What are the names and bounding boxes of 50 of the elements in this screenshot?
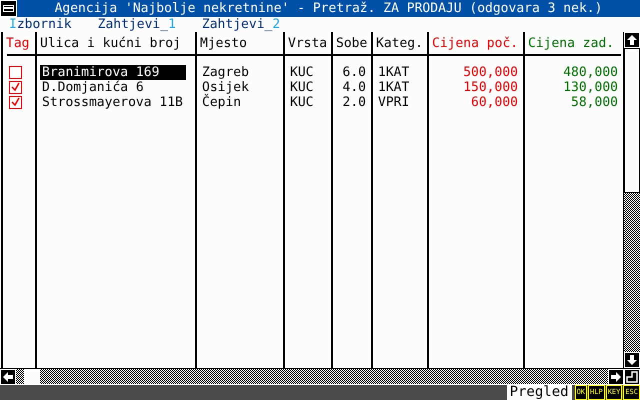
tag-checkbox[interactable]	[9, 96, 22, 109]
column-header: Tag	[6, 36, 30, 50]
table-cell-text: 2.0	[342, 95, 367, 110]
column-header: Cijena poč.	[432, 36, 518, 50]
table-cell-text: KUC	[289, 80, 314, 95]
scroll-thumb[interactable]	[624, 48, 640, 193]
arrow-right-icon	[610, 371, 622, 383]
column-header: Vrsta	[288, 36, 328, 50]
table-cell-text: Zagreb	[201, 65, 250, 80]
arrow-down-icon	[626, 354, 638, 366]
table-cell-text: 1KAT	[377, 65, 410, 80]
column-header: Sobe	[336, 36, 368, 50]
arrow-left-icon	[2, 371, 14, 383]
table-cell-text: KUC	[289, 95, 314, 110]
table-cell-text: VPRI	[377, 95, 410, 110]
resize-button[interactable]	[624, 369, 640, 385]
mode-label: Pregled	[506, 385, 572, 400]
table-cell-text: Osijek	[201, 80, 250, 95]
table-cell-text: KUC	[289, 65, 314, 80]
table-cell-text: 480,000	[562, 65, 619, 80]
column-header: Cijena zad.	[528, 36, 614, 50]
tag-checkbox[interactable]	[9, 66, 22, 79]
scroll-left-button[interactable]	[0, 369, 16, 385]
column-header: Ulica i kućni broj	[40, 36, 181, 50]
street-cell[interactable]: Strossmayerova 11B	[40, 95, 185, 110]
arrow-up-icon	[626, 34, 638, 46]
table-cell-text: 58,000	[570, 95, 619, 110]
tag-checkbox[interactable]	[9, 81, 22, 94]
menu-bar-icon	[3, 5, 14, 12]
scroll-down-button[interactable]	[624, 352, 640, 368]
table-cell-text: 500,000	[462, 65, 519, 80]
column-header: Mjesto	[200, 36, 247, 50]
menu-item[interactable]: Zahtjevi_1	[98, 17, 176, 32]
table-cell-text: 60,000	[470, 95, 519, 110]
table-cell-text: 1KAT	[377, 80, 410, 95]
street-cell[interactable]: D.Domjanića 6	[40, 80, 146, 95]
scroll-up-button[interactable]	[624, 32, 640, 48]
scroll-right-button[interactable]	[608, 369, 624, 385]
window-title: Agencija 'Najbolje nekretnine' - Pretraž. ZA PRODAJU (odgovara 3 nek.)	[54, 1, 604, 16]
table-cell-text: 150,000	[462, 80, 519, 95]
table-cell-text: Čepin	[201, 95, 242, 110]
scroll-thumb[interactable]	[24, 369, 40, 384]
menu-item[interactable]: Zahtjevi_2	[202, 17, 280, 32]
table-cell-text: 130,000	[562, 80, 619, 95]
table-cell-text: 4.0	[342, 80, 367, 95]
column-header: Kateg.	[376, 36, 423, 50]
menu-item[interactable]: Izbornik	[9, 17, 72, 32]
table-cell-text: 6.0	[342, 65, 367, 80]
street-cell[interactable]: Branimirova 169	[40, 65, 186, 80]
system-menu-button[interactable]	[0, 0, 17, 17]
